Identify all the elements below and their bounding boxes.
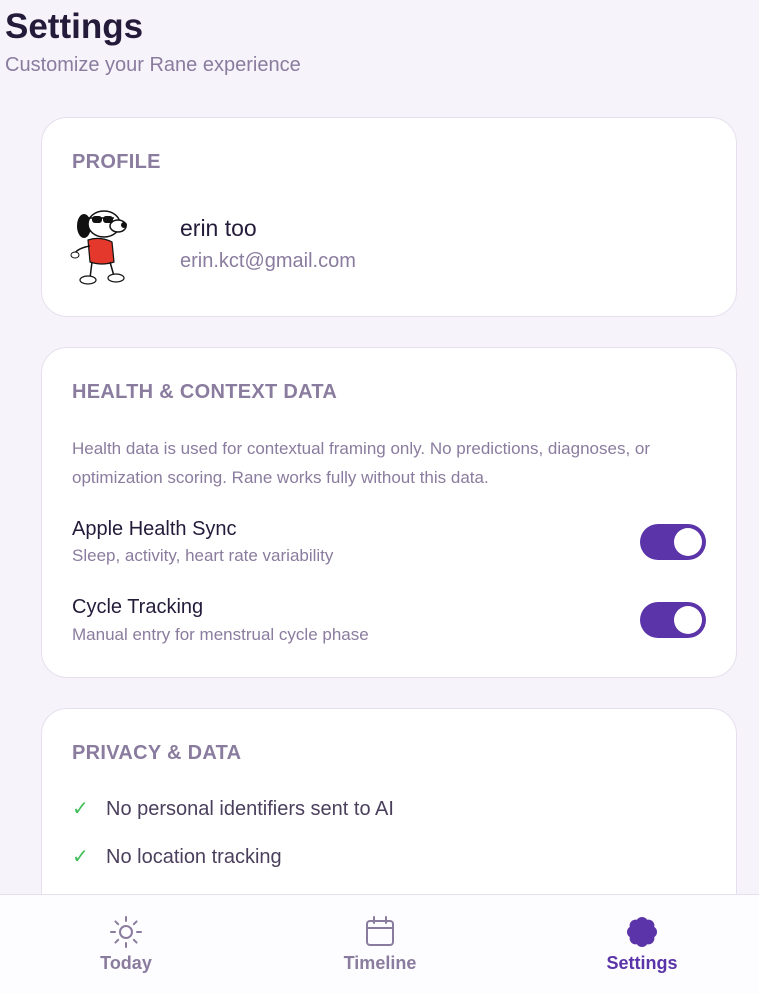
nav-tab-timeline[interactable]: Timeline: [310, 915, 450, 974]
profile-name: erin too: [180, 215, 257, 241]
apple-health-sync-toggle[interactable]: [640, 524, 706, 560]
avatar[interactable]: [70, 206, 132, 286]
apple-health-sync-description: Sleep, activity, heart rate variability: [72, 546, 334, 565]
snoopy-avatar-icon: [70, 210, 127, 285]
check-icon: ✓: [72, 798, 89, 820]
health-card: HEALTH & CONTEXT DATA Health data is use…: [41, 347, 737, 678]
profile-section-label: PROFILE: [72, 151, 161, 173]
profile-card: PROFILE erin too erin.kct@gmail.com: [41, 117, 737, 317]
privacy-item-no-identifiers: ✓ No personal identifiers sent to AI: [72, 796, 394, 821]
privacy-item-text: No personal identifiers sent to AI: [106, 798, 394, 820]
nav-label-timeline: Timeline: [343, 953, 417, 973]
settings-page: Settings Customize your Rane experience …: [0, 0, 759, 994]
nav-tab-today[interactable]: Today: [56, 915, 196, 974]
check-icon: ✓: [72, 846, 89, 868]
nav-tab-settings[interactable]: Settings: [572, 915, 712, 974]
flower-icon: [627, 917, 657, 947]
health-section-label: HEALTH & CONTEXT DATA: [72, 381, 338, 403]
profile-email: erin.kct@gmail.com: [180, 250, 356, 272]
page-subtitle: Customize your Rane experience: [5, 54, 301, 76]
toggle-knob: [674, 606, 702, 634]
health-description: Health data is used for contextual frami…: [72, 439, 650, 487]
apple-health-sync-title: Apple Health Sync: [72, 518, 237, 540]
privacy-section-label: PRIVACY & DATA: [72, 742, 242, 764]
bottom-nav: Today Timeline Settings: [0, 894, 759, 994]
calendar-icon: [366, 916, 394, 946]
nav-label-settings: Settings: [606, 953, 678, 973]
cycle-tracking-toggle[interactable]: [640, 602, 706, 638]
privacy-item-no-location: ✓ No location tracking: [72, 844, 282, 869]
cycle-tracking-description: Manual entry for menstrual cycle phase: [72, 625, 369, 644]
nav-label-today: Today: [100, 953, 152, 973]
cycle-tracking-title: Cycle Tracking: [72, 596, 204, 618]
toggle-knob: [674, 528, 702, 556]
page-header: Settings Customize your Rane experience: [5, 6, 301, 77]
privacy-item-text: No location tracking: [106, 846, 282, 868]
page-title: Settings: [5, 7, 144, 46]
sun-icon: [110, 916, 142, 948]
